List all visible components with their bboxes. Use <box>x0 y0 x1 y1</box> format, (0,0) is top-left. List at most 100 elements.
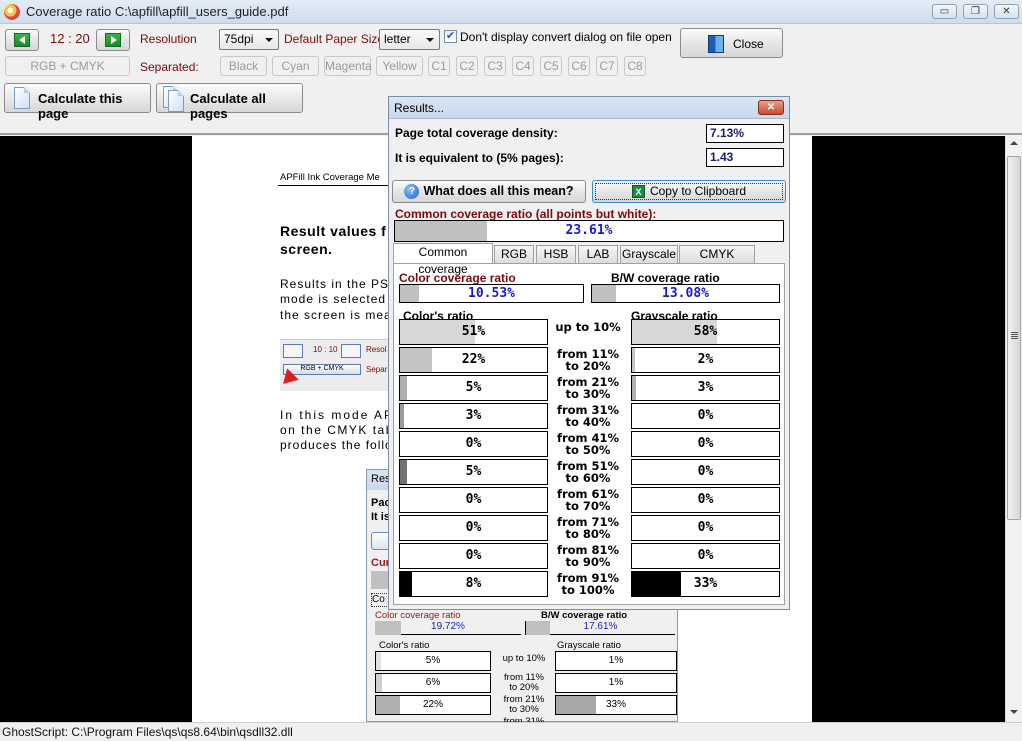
range-line2: to 100% <box>561 583 615 597</box>
color-ratio-bar: 3% <box>399 403 548 429</box>
grayscale-ratio-bar: 3% <box>631 375 780 401</box>
results-close-button[interactable]: ✕ <box>758 100 784 115</box>
bw-coverage-bar: 13.08% <box>591 284 780 303</box>
copy-clipboard-button[interactable]: X Copy to Clipboard <box>592 180 786 203</box>
color-ratio-bar: 0% <box>399 487 548 513</box>
restore-button[interactable]: ❐ <box>963 4 988 19</box>
sep-c2-button[interactable]: C2 <box>456 56 478 76</box>
common-coverage-label: Common coverage ratio (all points but wh… <box>395 207 657 221</box>
range-line2: to 90% <box>565 555 611 569</box>
range-line2: to 70% <box>565 499 611 513</box>
range-label: from 81% to 90% <box>552 544 624 568</box>
doc-bw-cov-bar: 17.61% <box>525 621 675 635</box>
doc-para2-line2: on the CMYK tab <box>280 423 394 437</box>
sep-c4-button[interactable]: C4 <box>512 56 534 76</box>
results-titlebar[interactable]: Results... ✕ <box>389 97 789 119</box>
embedded-mode-button: RGB + CMYK <box>283 364 361 375</box>
grayscale-ratio-value: 58% <box>693 324 718 339</box>
color-ratio-value: 8% <box>465 576 482 591</box>
close-window-button[interactable]: ✕ <box>994 4 1019 19</box>
calculate-all-button[interactable]: Calculate all pages <box>156 83 303 121</box>
copy-clipboard-label: Copy to Clipboard <box>649 184 747 198</box>
sep-c6-button[interactable]: C6 <box>568 56 590 76</box>
color-ratio-bar: 0% <box>399 431 548 457</box>
scrollbar-thumb[interactable] <box>1007 156 1021 520</box>
sep-yellow-button[interactable]: Yellow <box>376 56 423 76</box>
doc-row2-color: 22% <box>375 695 491 715</box>
window-title: Coverage ratio C:\apfill\apfill_users_gu… <box>26 4 289 19</box>
document-icon <box>14 87 30 109</box>
range-label: from 51% to 60% <box>552 460 624 484</box>
tab-rgb[interactable]: RGB <box>494 245 534 263</box>
grayscale-ratio-value: 0% <box>697 548 714 563</box>
paper-size-value: letter <box>384 32 411 46</box>
grayscale-ratio-bar: 33% <box>631 571 780 597</box>
doc-para1-line2: mode is selected <box>280 292 387 306</box>
total-coverage-value: 7.13% <box>706 124 784 143</box>
mode-button[interactable]: RGB + CMYK <box>5 56 130 76</box>
sep-c3-button[interactable]: C3 <box>484 56 506 76</box>
prev-page-button[interactable] <box>5 29 39 51</box>
color-ratio-bar: 51% <box>399 319 548 345</box>
resolution-label: Resolution <box>140 32 197 46</box>
resolution-select[interactable]: 75dpi <box>219 29 279 50</box>
color-ratio-value: 5% <box>465 464 482 479</box>
vertical-scrollbar[interactable] <box>1005 136 1022 722</box>
separated-label: Separated: <box>140 60 199 74</box>
tab-common-coverage[interactable]: Common coverage <box>393 243 493 276</box>
status-text: GhostScript: C:\Program Files\qs\qs8.64\… <box>2 725 293 739</box>
sep-c7-button[interactable]: C7 <box>596 56 618 76</box>
range-line2: to 50% <box>565 443 611 457</box>
doc-row0-gray: 1% <box>555 651 677 671</box>
range-label: from 71% to 80% <box>552 516 624 540</box>
doc-row1-color: 6% <box>375 673 491 693</box>
sep-c5-button[interactable]: C5 <box>540 56 562 76</box>
sep-black-button[interactable]: Black <box>220 56 267 76</box>
dont-display-checkbox[interactable]: ✔ <box>444 30 457 43</box>
grayscale-ratio-value: 3% <box>697 380 714 395</box>
doc-row0-gray-value: 1% <box>608 655 624 666</box>
next-page-button[interactable] <box>96 29 130 51</box>
tab-lab[interactable]: LAB <box>578 245 618 263</box>
doc-row2-color-value: 22% <box>422 699 443 710</box>
range-label: from 31% to 40% <box>552 404 624 428</box>
calculate-page-button[interactable]: Calculate this page <box>4 83 151 121</box>
range-line2: to 40% <box>565 415 611 429</box>
grayscale-ratio-bar: 0% <box>631 515 780 541</box>
grayscale-ratio-value: 0% <box>697 408 714 423</box>
chevron-down-icon <box>265 38 273 42</box>
range-line2: to 30% <box>565 387 611 401</box>
sep-magenta-button[interactable]: Magenta <box>324 56 372 76</box>
doc-color-cov-value: 19.72% <box>431 621 465 632</box>
minimize-button[interactable]: ▭ <box>932 4 957 19</box>
range-label: up to 10% <box>552 321 624 333</box>
color-ratio-value: 51% <box>461 324 486 339</box>
doc-row0-color: 5% <box>375 651 491 671</box>
doc-para1-line1: Results in the PS <box>280 277 390 291</box>
help-button[interactable]: ? What does all this mean? <box>392 180 586 203</box>
doc-heading-line2: screen. <box>280 241 333 257</box>
doc-row2-gray: 33% <box>555 695 677 715</box>
doc-colors-ratio-label: Color's ratio <box>379 640 430 651</box>
range-line1: up to 10% <box>555 320 621 334</box>
dont-display-label: Don't display convert dialog on file ope… <box>460 30 672 44</box>
tab-cmyk-density[interactable]: CMYK density <box>679 245 755 278</box>
scroll-down-icon[interactable] <box>1010 710 1018 714</box>
tab-grayscale[interactable]: Grayscale <box>620 245 678 263</box>
close-button[interactable]: Close <box>680 28 783 58</box>
sep-c8-button[interactable]: C8 <box>624 56 646 76</box>
grayscale-ratio-value: 2% <box>697 352 714 367</box>
paper-size-select[interactable]: letter <box>379 29 440 50</box>
scroll-up-icon[interactable] <box>1010 141 1018 145</box>
sep-cyan-button[interactable]: Cyan <box>272 56 319 76</box>
sep-c1-button[interactable]: C1 <box>428 56 450 76</box>
help-button-label: What does all this mean? <box>423 184 574 198</box>
color-ratio-value: 0% <box>465 436 482 451</box>
color-ratio-bar: 0% <box>399 515 548 541</box>
calculate-page-label: Calculate this page <box>38 91 123 121</box>
common-coverage-value: 23.61% <box>565 223 613 238</box>
doc-bw-cov-label: B/W coverage ratio <box>541 610 628 621</box>
doc-color-cov-label: Color coverage ratio <box>375 610 461 621</box>
tab-hsb[interactable]: HSB <box>536 245 576 263</box>
doc-heading-line1: Result values f <box>280 223 387 239</box>
